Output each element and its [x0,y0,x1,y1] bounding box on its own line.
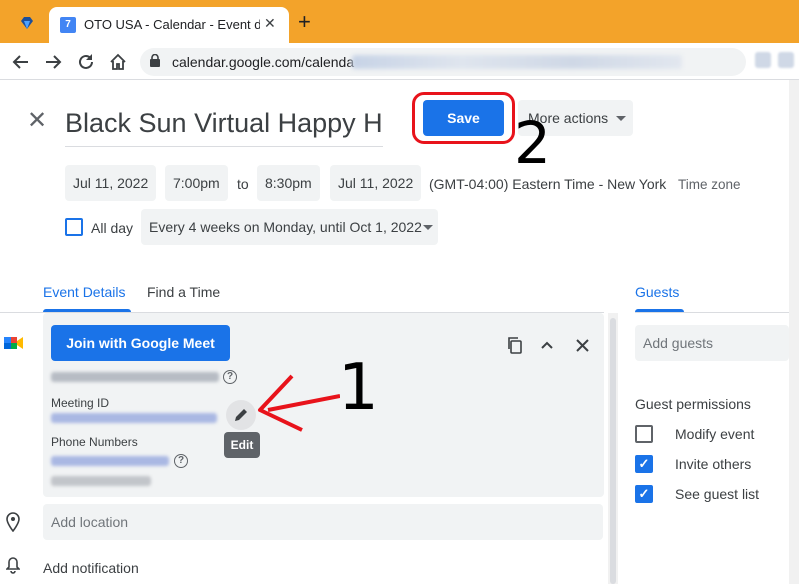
all-day-checkbox[interactable] [65,218,83,236]
see-guest-list-checkbox[interactable]: ✓ [635,485,653,503]
event-title-field[interactable]: Black Sun Virtual Happy H [65,103,383,147]
home-icon[interactable] [109,53,127,71]
extension-icon[interactable] [778,52,794,68]
chevron-down-icon [616,116,626,121]
new-tab-button[interactable]: + [298,11,311,33]
close-event-icon[interactable]: ✕ [27,109,47,133]
to-label: to [237,176,249,192]
details-scroll-thumb[interactable] [610,318,616,584]
tab-find-a-time[interactable]: Find a Time [147,284,220,300]
chevron-down-icon [423,225,433,230]
app-diamond-icon[interactable] [20,16,34,30]
location-input[interactable]: Add location [43,504,603,540]
chevron-up-icon[interactable] [540,340,554,350]
bell-icon [6,557,20,574]
google-meet-icon [4,337,23,349]
timezone-value: (GMT-04:00) Eastern Time - New York [429,176,667,192]
lock-icon [150,54,160,67]
meeting-id-redacted [51,413,217,423]
browser-tab-strip: 7 OTO USA - Calendar - Event deta ✕ + [0,0,799,43]
end-time-chip[interactable]: 8:30pm [257,165,320,201]
help-icon[interactable]: ? [223,370,237,384]
remove-conference-icon[interactable] [576,339,589,352]
pin-redacted [51,476,151,486]
location-pin-icon [6,512,20,532]
url-text: calendar.google.com/calenda [172,54,355,70]
all-day-label: All day [91,220,134,236]
tab-event-details[interactable]: Event Details [43,284,125,300]
browser-tab-calendar[interactable]: 7 OTO USA - Calendar - Event deta ✕ [49,7,289,43]
tab-close-icon[interactable]: ✕ [264,15,276,32]
edit-tooltip: Edit [224,432,260,458]
guests-divider [635,312,789,313]
back-icon[interactable] [12,53,30,71]
copy-icon[interactable] [506,336,524,354]
page-scrollbar[interactable] [789,80,799,584]
join-google-meet-button[interactable]: Join with Google Meet [51,325,230,361]
phone-numbers-label: Phone Numbers [51,435,138,449]
add-guests-input[interactable]: Add guests [635,325,789,361]
help-icon[interactable]: ? [174,454,188,468]
calendar-favicon-icon: 7 [60,17,76,33]
pencil-icon [235,409,247,421]
start-date-chip[interactable]: Jul 11, 2022 [65,165,157,201]
meet-link-redacted[interactable] [51,372,219,382]
annotation-highlight-circle [412,92,515,144]
guest-permissions-title: Guest permissions [635,396,751,412]
invite-others-checkbox[interactable]: ✓ [635,455,653,473]
recurrence-value: Every 4 weeks on Monday, until Oct 1, 20… [149,219,422,235]
start-time-chip[interactable]: 7:00pm [165,165,228,201]
tab-guests[interactable]: Guests [635,284,679,300]
meeting-id-label: Meeting ID [51,396,110,410]
timezone-link[interactable]: Time zone [678,177,741,192]
browser-toolbar: calendar.google.com/calenda [0,43,799,80]
end-date-chip[interactable]: Jul 11, 2022 [330,165,422,201]
extension-icon[interactable] [755,52,771,68]
address-bar[interactable]: calendar.google.com/calenda [140,48,746,76]
see-guest-list-label: See guest list [675,486,760,502]
annotation-step-2: 2 [514,109,551,177]
add-notification-link[interactable]: Add notification [43,560,139,576]
modify-event-checkbox[interactable] [635,425,653,443]
annotation-step-1: 1 [338,351,379,425]
forward-icon[interactable] [44,53,62,71]
url-redacted [352,55,682,69]
invite-others-label: Invite others [675,456,752,472]
event-title: Black Sun Virtual Happy H [65,108,383,138]
recurrence-select[interactable]: Every 4 weeks on Monday, until Oct 1, 20… [141,209,438,245]
tab-title: OTO USA - Calendar - Event deta [84,17,260,32]
phone-number-redacted[interactable] [51,456,169,466]
reload-icon[interactable] [77,53,95,71]
annotation-arrow [258,374,340,432]
modify-event-label: Modify event [675,426,755,442]
